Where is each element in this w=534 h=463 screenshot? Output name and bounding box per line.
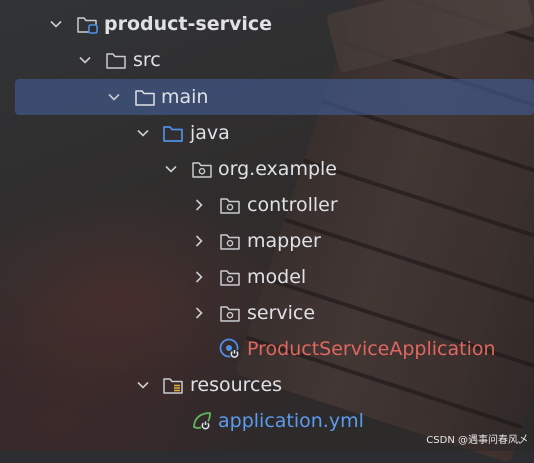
chevron-down-icon[interactable] [164,162,178,176]
chevron-down-icon[interactable] [136,126,150,140]
spring-boot-application-icon [219,338,241,360]
package-icon [219,230,241,252]
tree-item-mapper[interactable]: mapper [0,223,534,259]
tree-item-main[interactable]: main [0,79,534,115]
tree-item-resources[interactable]: resources [0,367,534,403]
chevron-down-icon[interactable] [107,90,121,104]
tree-item-product-service[interactable]: product-service [0,6,534,42]
tree-item-java[interactable]: java [0,115,534,151]
tree-item-model[interactable]: model [0,259,534,295]
spring-yaml-file-icon [191,410,213,432]
tree-item-label: org.example [218,158,337,180]
chevron-right-icon[interactable] [192,306,206,320]
tree-item-label: src [133,49,161,71]
chevron-right-icon[interactable] [192,270,206,284]
tree-item-src[interactable]: src [0,42,534,78]
tree-item-label: service [247,302,316,324]
source-root-folder-icon [162,122,184,144]
resources-root-folder-icon [162,374,184,396]
tree-item-label: java [190,122,230,144]
tree-item-label: main [161,86,209,108]
module-folder-icon [76,13,98,35]
tree-item-org-example[interactable]: org.example [0,151,534,187]
tree-item-product-service-application[interactable]: ProductServiceApplication [0,331,534,367]
tree-item-label: application.yml [218,410,364,432]
tree-item-label: product-service [104,13,272,35]
tree-item-label: resources [190,374,283,396]
tree-item-controller[interactable]: controller [0,187,534,223]
package-icon [219,302,241,324]
watermark: CSDN @遇事问春风乄 [426,435,528,446]
tree-item-label: ProductServiceApplication [247,338,496,360]
folder-icon [134,86,156,108]
chevron-down-icon[interactable] [49,17,63,31]
chevron-down-icon[interactable] [136,378,150,392]
tree-item-label: mapper [247,230,321,252]
tree-item-label: model [247,266,307,288]
package-icon [191,158,213,180]
package-icon [219,194,241,216]
chevron-right-icon[interactable] [192,198,206,212]
project-tree: product-service src main java org.exampl… [0,0,534,451]
package-icon [219,266,241,288]
tree-item-service[interactable]: service [0,295,534,331]
tree-item-label: controller [247,194,338,216]
folder-icon [105,49,127,71]
chevron-down-icon[interactable] [78,53,92,67]
selection-highlight [15,79,534,115]
chevron-right-icon[interactable] [192,234,206,248]
